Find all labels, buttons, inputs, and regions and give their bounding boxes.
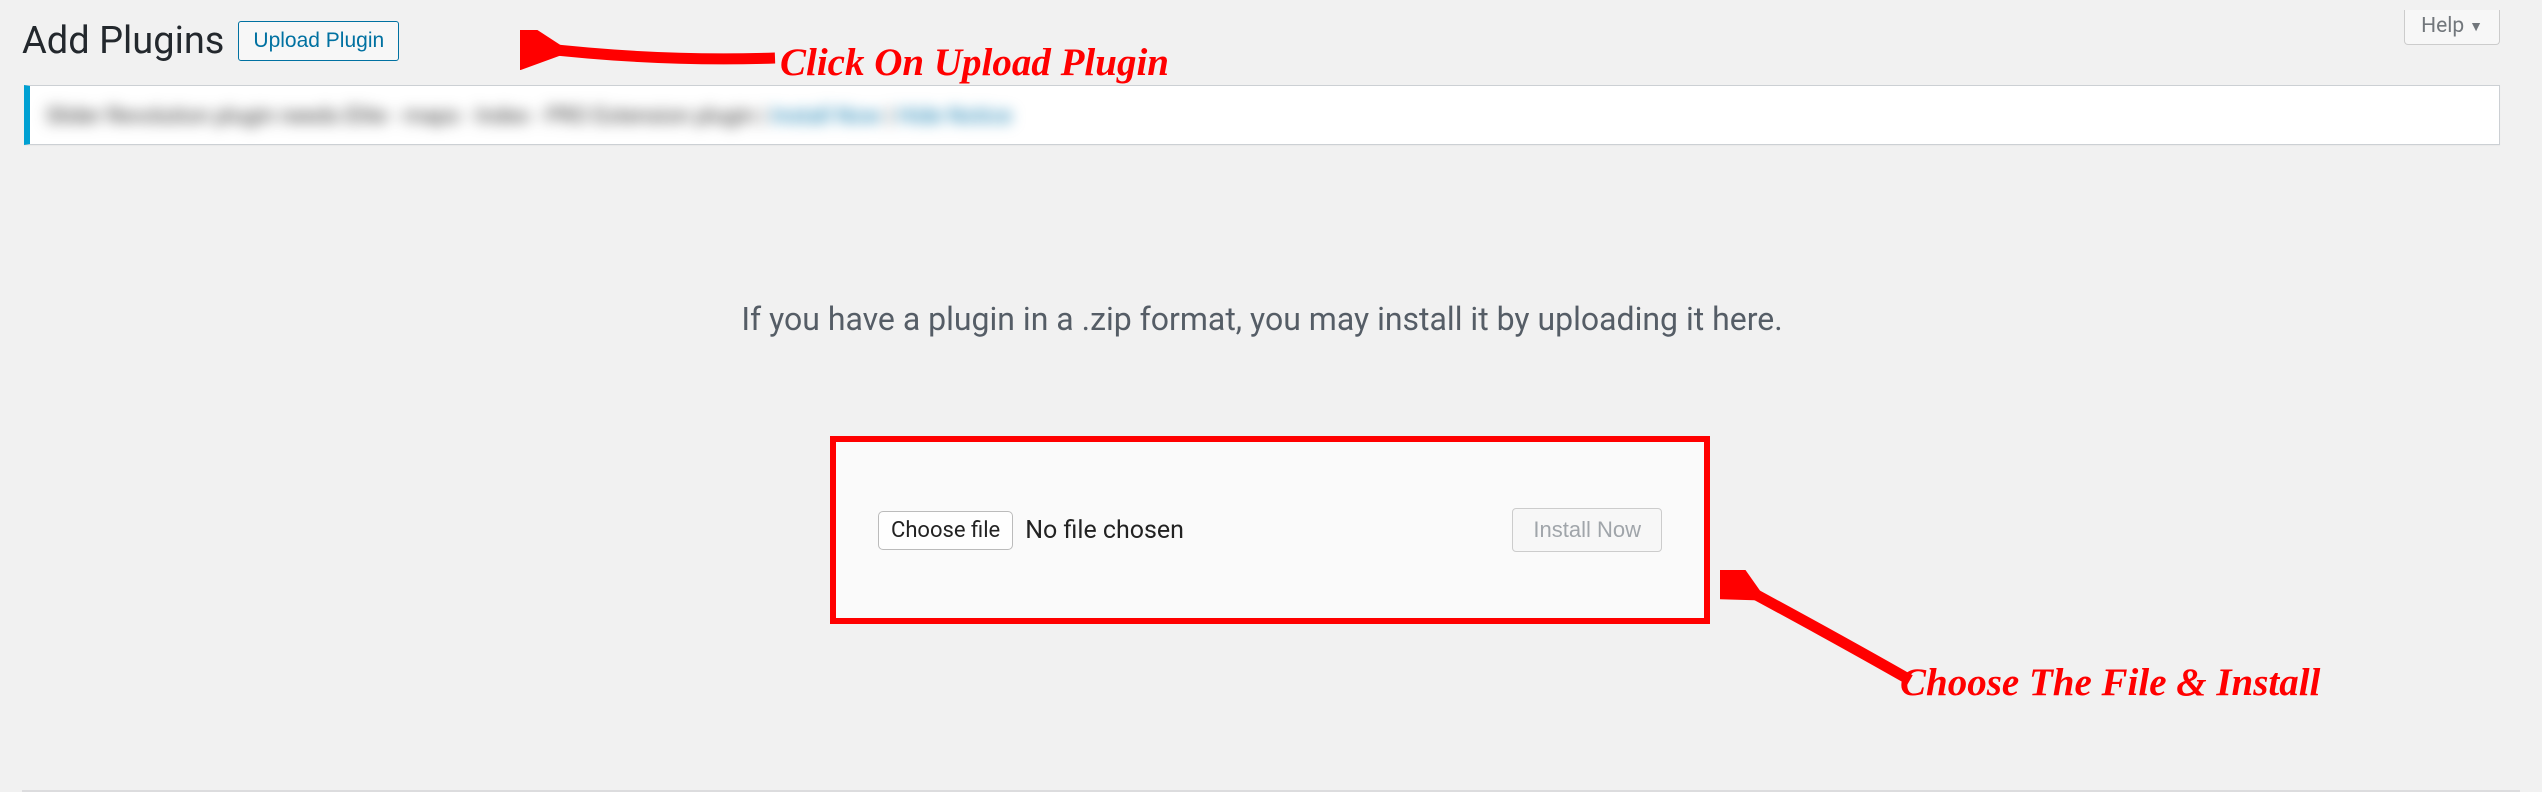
upload-plugin-button[interactable]: Upload Plugin [238,21,399,60]
page-title: Add Plugins [22,19,224,63]
help-tab[interactable]: Help ▼ [2404,10,2500,45]
annotation-arrow-1 [520,30,780,70]
chevron-down-icon: ▼ [2469,18,2483,35]
annotation-arrow-2 [1720,570,1920,690]
admin-notice: Slider Revolution plugin needs Elite - m… [24,85,2500,145]
annotation-text-install: Choose The File & Install [1900,660,2320,705]
annotation-text-upload: Click On Upload Plugin [780,40,1169,85]
admin-page-wrap: Help ▼ Add Plugins Upload Plugin Slider … [2,10,2522,338]
page-header: Add Plugins Upload Plugin [2,10,2522,67]
help-tab-label: Help [2421,14,2464,38]
upload-instruction-text: If you have a plugin in a .zip format, y… [2,300,2522,338]
notice-content-blurred: Slider Revolution plugin needs Elite - m… [46,106,1012,128]
annotation-highlight-box [830,436,1710,624]
